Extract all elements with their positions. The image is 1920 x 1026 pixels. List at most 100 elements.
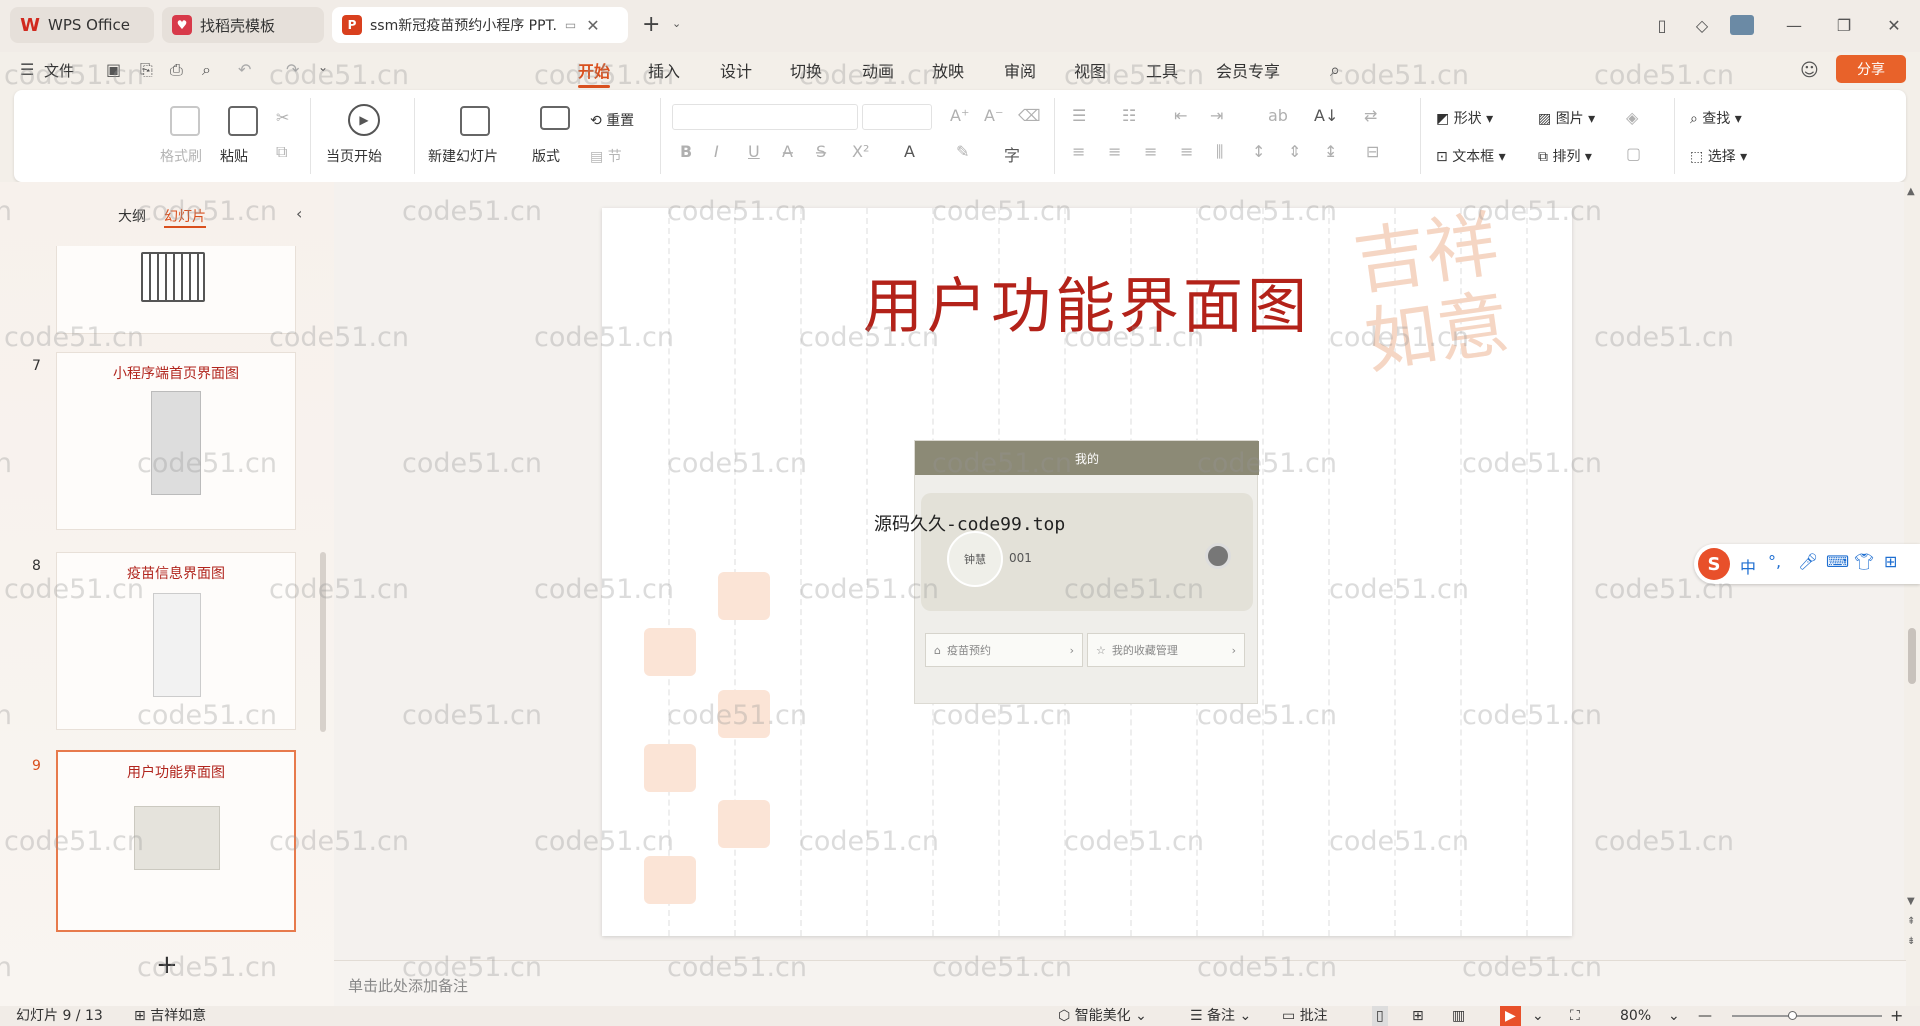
search-icon[interactable]: ⌕ bbox=[1330, 60, 1340, 81]
phonetic-icon[interactable]: 字 bbox=[1004, 142, 1020, 166]
copy-icon[interactable]: ⧉ bbox=[276, 142, 287, 162]
chevron-down-icon[interactable]: ⌄ bbox=[318, 60, 328, 74]
menu-transition[interactable]: 切换 bbox=[790, 58, 822, 82]
decrease-font-icon[interactable]: A⁻ bbox=[984, 106, 1003, 125]
convert-icon[interactable]: ⇄ bbox=[1364, 106, 1377, 125]
skin-icon[interactable]: 👕︎ bbox=[1854, 552, 1874, 571]
align-center-icon[interactable]: ≡ bbox=[1108, 142, 1121, 161]
paste-button[interactable]: 粘贴 bbox=[220, 146, 248, 166]
export-icon[interactable]: ⎘ bbox=[140, 60, 153, 80]
eraser-icon[interactable]: ⌫ bbox=[1018, 106, 1041, 125]
print-icon[interactable]: ⎙ bbox=[170, 60, 183, 80]
tab-ppt-document[interactable]: P ssm新冠疫苗预约小程序 PPT. ▭ ✕ bbox=[332, 7, 628, 43]
shape-button[interactable]: ◩ 形状 ▾ bbox=[1436, 108, 1493, 128]
hamburger-icon[interactable]: ☰ bbox=[20, 60, 34, 79]
sorter-view-icon[interactable]: ⊞ bbox=[1412, 1006, 1424, 1026]
notes-button[interactable]: ☰ 备注 ⌄ bbox=[1190, 1006, 1251, 1026]
distribute-icon[interactable]: ⫼ bbox=[1216, 142, 1223, 162]
print-preview-icon[interactable]: ⌕ bbox=[202, 60, 211, 80]
underline-icon[interactable]: U bbox=[748, 142, 760, 161]
sidebar-toggle-icon[interactable]: ▯ bbox=[1648, 12, 1676, 38]
ime-language[interactable]: 中 bbox=[1740, 554, 1756, 578]
share-button[interactable]: 分享 bbox=[1836, 55, 1906, 83]
play-from-current-button[interactable]: 当页开始 bbox=[326, 146, 382, 166]
zoom-slider[interactable] bbox=[1732, 1011, 1882, 1020]
bullets-icon[interactable]: ☰ bbox=[1072, 106, 1086, 125]
play-slideshow-icon[interactable]: ▶ bbox=[1500, 1006, 1521, 1026]
save-icon[interactable]: ▣ bbox=[106, 60, 121, 79]
close-window-icon[interactable]: ✕ bbox=[1880, 12, 1908, 38]
highlight-icon[interactable]: ✎ bbox=[956, 142, 969, 161]
redo-icon[interactable]: ↷ bbox=[286, 60, 299, 79]
menu-review[interactable]: 审阅 bbox=[1004, 58, 1036, 82]
next-slide-icon[interactable]: ⇟ bbox=[1907, 936, 1915, 947]
align-left-icon[interactable]: ≡ bbox=[1072, 142, 1085, 161]
menu-tools[interactable]: 工具 bbox=[1146, 58, 1178, 82]
reading-view-icon[interactable]: ▥ bbox=[1452, 1006, 1465, 1026]
format-painter-button[interactable]: 格式刷 bbox=[160, 146, 202, 166]
text-align-icon[interactable]: ⊟ bbox=[1366, 142, 1379, 161]
panel-scrollbar[interactable] bbox=[320, 552, 326, 732]
keyboard-icon[interactable]: ⌨ bbox=[1826, 552, 1849, 571]
zoom-level[interactable]: 80% bbox=[1620, 1006, 1651, 1026]
spacing-icon[interactable]: ↨ bbox=[1324, 142, 1337, 161]
section-button[interactable]: ▤ 节 bbox=[590, 146, 622, 166]
chevron-down-icon[interactable]: ⌄ bbox=[672, 17, 681, 30]
justify-icon[interactable]: ≡ bbox=[1180, 142, 1193, 161]
fit-window-icon[interactable]: ⛶ bbox=[1570, 1006, 1580, 1026]
scroll-up-icon[interactable]: ▲ bbox=[1907, 186, 1915, 197]
minimize-icon[interactable]: — bbox=[1780, 12, 1808, 38]
ime-toolbar[interactable]: S 中 °, 🎤︎ ⌨ 👕︎ ⊞ bbox=[1694, 544, 1920, 584]
restore-icon[interactable]: ❐ bbox=[1830, 12, 1858, 38]
textbox-button[interactable]: ⊡ 文本框 ▾ bbox=[1436, 146, 1506, 166]
microphone-icon[interactable]: 🎤︎ bbox=[1798, 552, 1818, 571]
slide-thumbnail-8[interactable]: 疫苗信息界面图 bbox=[56, 552, 296, 730]
line-spacing-icon[interactable]: ↕ bbox=[1252, 142, 1265, 161]
font-family-select[interactable] bbox=[672, 104, 858, 130]
avatar[interactable] bbox=[1730, 15, 1754, 35]
scroll-down-icon[interactable]: ▼ bbox=[1907, 896, 1915, 907]
font-color-icon[interactable]: A bbox=[904, 142, 915, 161]
slide-thumbnail-6[interactable] bbox=[56, 246, 296, 334]
toolbox-icon[interactable]: ⊞ bbox=[1884, 552, 1897, 571]
zoom-out-icon[interactable]: — bbox=[1698, 1006, 1712, 1026]
notes-pane[interactable]: 单击此处添加备注 bbox=[334, 960, 1906, 1006]
zoom-slider-thumb[interactable] bbox=[1788, 1011, 1797, 1020]
align-right-icon[interactable]: ≡ bbox=[1144, 142, 1157, 161]
new-slide-button[interactable]: 新建幻灯片 bbox=[428, 146, 498, 166]
superscript-icon[interactable]: X² bbox=[852, 142, 869, 161]
file-menu[interactable]: 文件 bbox=[44, 60, 74, 81]
cube-icon[interactable]: ◇ bbox=[1688, 12, 1716, 38]
slide-thumbnail-7[interactable]: 小程序端首页界面图 bbox=[56, 352, 296, 530]
font-size-select[interactable] bbox=[862, 104, 932, 130]
shadow-icon[interactable]: S̶ bbox=[816, 142, 826, 161]
close-tab-icon[interactable]: ✕ bbox=[586, 16, 599, 35]
new-tab-plus-icon[interactable]: + bbox=[642, 12, 660, 37]
find-button[interactable]: ⌕ 查找 ▾ bbox=[1690, 108, 1742, 128]
tab-outline[interactable]: 大纲 bbox=[118, 206, 146, 226]
scroll-thumb[interactable] bbox=[1908, 628, 1916, 684]
collapse-panel-icon[interactable]: ‹ bbox=[296, 204, 302, 223]
menu-design[interactable]: 设计 bbox=[720, 58, 752, 82]
arrange-button[interactable]: ⧉ 排列 ▾ bbox=[1538, 146, 1592, 166]
chat-icon[interactable]: ☺ bbox=[1800, 60, 1819, 81]
picture-button[interactable]: ▨ 图片 ▾ bbox=[1538, 108, 1595, 128]
monitor-icon[interactable]: ▭ bbox=[565, 18, 576, 32]
punctuation-icon[interactable]: °, bbox=[1768, 552, 1781, 571]
theme-name[interactable]: ⊞ 吉祥如意 bbox=[134, 1006, 206, 1026]
layout-button[interactable]: 版式 bbox=[532, 146, 560, 166]
italic-icon[interactable]: I bbox=[714, 142, 719, 161]
increase-indent-icon[interactable]: ⇥ bbox=[1210, 106, 1223, 125]
strikethrough-icon[interactable]: A̶ bbox=[782, 142, 793, 161]
fill-icon[interactable]: ◈ bbox=[1626, 108, 1638, 127]
menu-animation[interactable]: 动画 bbox=[862, 58, 894, 82]
normal-view-icon[interactable]: ▯ bbox=[1372, 1006, 1388, 1026]
bold-icon[interactable]: B bbox=[680, 142, 692, 161]
decrease-indent-icon[interactable]: ⇤ bbox=[1174, 106, 1187, 125]
increase-font-icon[interactable]: A⁺ bbox=[950, 106, 969, 125]
chevron-down-icon[interactable]: ⌄ bbox=[1532, 1006, 1544, 1026]
app-screenshot-image[interactable]: 我的 钟慧 001 ⌂ 疫苗预约 › ☆ 我的收藏管理 › bbox=[914, 440, 1259, 704]
sort-icon[interactable]: A↓ bbox=[1314, 106, 1338, 125]
numbering-icon[interactable]: ☷ bbox=[1122, 106, 1136, 125]
prev-slide-icon[interactable]: ⇞ bbox=[1907, 916, 1915, 927]
